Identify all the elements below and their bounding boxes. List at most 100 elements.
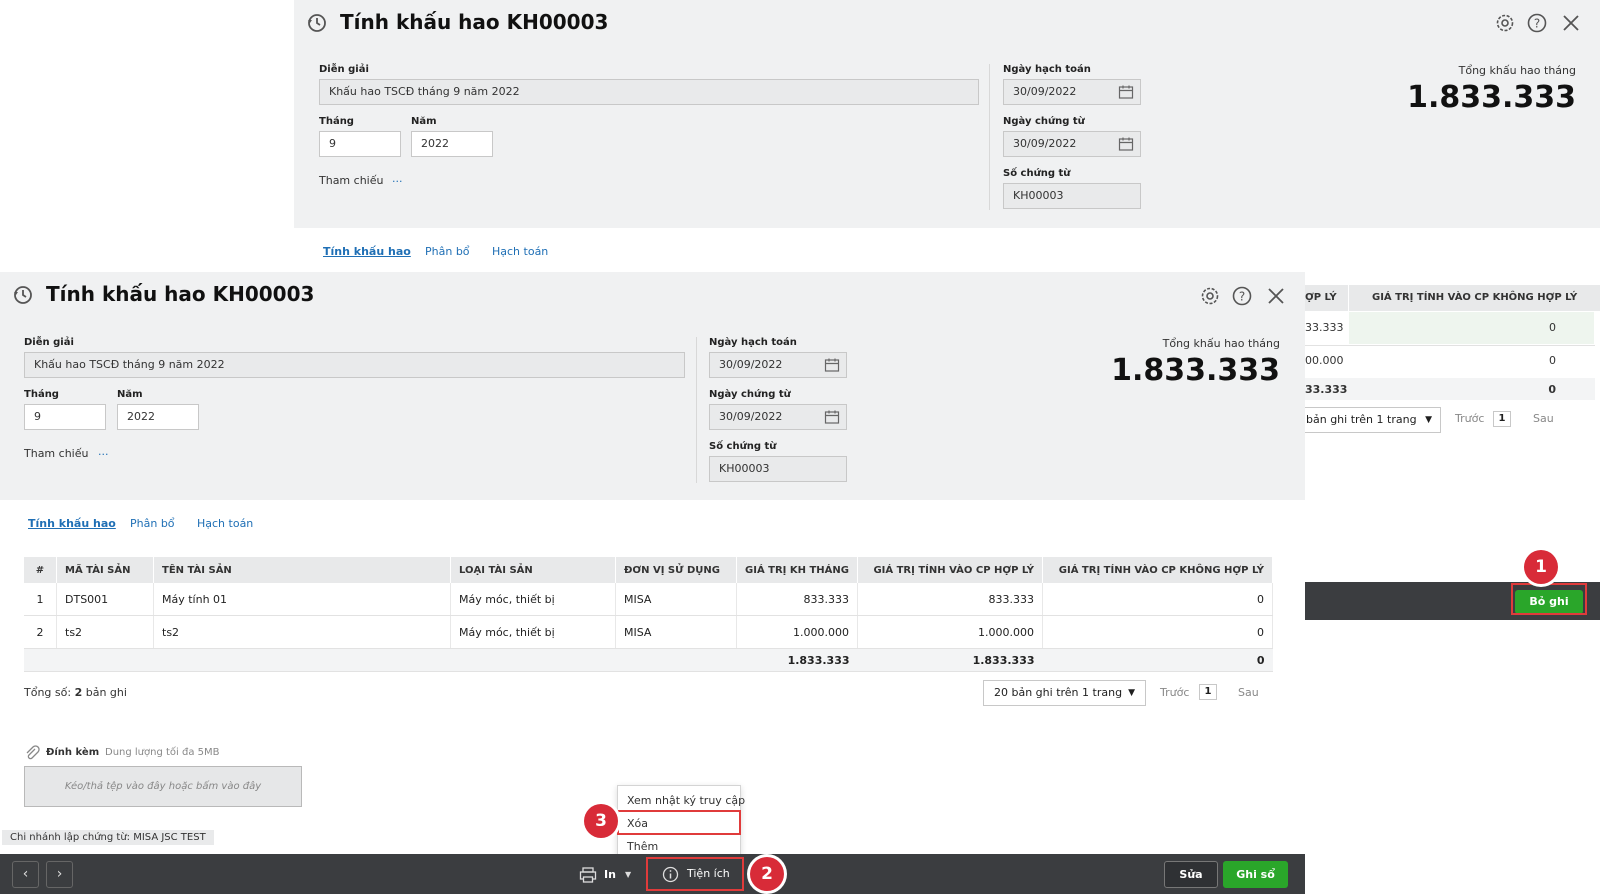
- back-ngay-hach-toan-input[interactable]: 30/09/2022: [1003, 79, 1141, 105]
- post-button[interactable]: Ghi sổ: [1223, 861, 1288, 888]
- table-row[interactable]: 1 DTS001 Máy tính 01 Máy móc, thiết bị M…: [24, 583, 1273, 616]
- next-record-button[interactable]: ›: [46, 861, 73, 888]
- ngay-hach-toan-label: Ngày hạch toán: [709, 337, 797, 348]
- record-count-suffix: bản ghi: [85, 686, 127, 699]
- back-total-cell: 33.333: [1305, 383, 1348, 396]
- chevron-down-icon: ▼: [1128, 688, 1135, 698]
- col-cp-hop-ly: GIÁ TRỊ TÍNH VÀO CP HỢP LÝ: [857, 557, 1043, 583]
- back-thang-label: Tháng: [319, 116, 354, 127]
- col-ma-tai-san: MÃ TÀI SẢN: [56, 557, 154, 583]
- page-number[interactable]: 1: [1199, 684, 1217, 700]
- cell-don-vi: MISA: [615, 583, 737, 616]
- back-so-chung-tu-label: Số chứng từ: [1003, 168, 1071, 179]
- thang-input[interactable]: 9: [24, 404, 106, 430]
- back-tab-phan-bo[interactable]: Phân bổ: [425, 245, 470, 258]
- cell-loai-tai-san: Máy móc, thiết bị: [450, 615, 616, 649]
- back-next-link[interactable]: Sau: [1533, 412, 1554, 425]
- table-row[interactable]: 2 ts2 ts2 Máy móc, thiết bị MISA 1.000.0…: [24, 615, 1273, 649]
- attach-label: Đính kèm: [46, 747, 100, 758]
- ngay-chung-tu-input[interactable]: 30/09/2022: [709, 404, 847, 430]
- back-col-partial: ỢP LÝ: [1305, 292, 1337, 303]
- next-link[interactable]: Sau: [1238, 686, 1259, 699]
- tab-hach-toan[interactable]: Hạch toán: [197, 517, 253, 530]
- dropzone-text: Kéo/thả tệp vào đây hoặc bấm vào đây: [64, 781, 262, 792]
- dien-giai-input[interactable]: Khấu hao TSCĐ tháng 9 năm 2022: [24, 352, 685, 378]
- help-icon[interactable]: ?: [1231, 285, 1253, 307]
- close-icon[interactable]: [1266, 286, 1286, 306]
- tham-chieu-link[interactable]: ...: [98, 445, 109, 458]
- svg-text:?: ?: [1534, 17, 1540, 31]
- calendar-icon[interactable]: [824, 409, 840, 425]
- back-cell: 33.333: [1305, 321, 1344, 334]
- calendar-icon[interactable]: [824, 357, 840, 373]
- cell-cp-hop-ly: 1.000.000: [857, 615, 1043, 649]
- step-badge-3: 3: [584, 804, 618, 838]
- dialog-title: Tính khấu hao KH00003: [46, 282, 315, 306]
- highlight-box-3: [617, 810, 741, 835]
- calendar-icon[interactable]: [1118, 136, 1134, 152]
- total-kh-thang: 1.833.333: [736, 648, 858, 672]
- table-total-row: 1.833.333 1.833.333 0: [24, 648, 1273, 672]
- attach-dropzone[interactable]: Kéo/thả tệp vào đây hoặc bấm vào đây: [24, 766, 302, 807]
- printer-icon[interactable]: [579, 866, 597, 884]
- close-icon[interactable]: [1561, 13, 1581, 33]
- back-nam-input[interactable]: 2022: [411, 131, 493, 157]
- record-count: Tổng số: 2 bản ghi: [24, 686, 127, 699]
- date-value: 30/09/2022: [719, 358, 783, 371]
- back-dialog-title: Tính khấu hao KH00003: [340, 10, 609, 34]
- back-col-full: GIÁ TRỊ TÍNH VÀO CP KHÔNG HỢP LÝ: [1372, 292, 1578, 303]
- ngay-hach-toan-input[interactable]: 30/09/2022: [709, 352, 847, 378]
- cell-index: 1: [24, 583, 57, 616]
- col-loai-tai-san: LOẠI TÀI SẢN: [450, 557, 616, 583]
- table-header-row: # MÃ TÀI SẢN TÊN TÀI SẢN LOẠI TÀI SẢN ĐƠ…: [24, 557, 1273, 583]
- back-tham-chieu-link[interactable]: ...: [392, 172, 403, 185]
- gear-icon[interactable]: [1199, 285, 1221, 307]
- dialog-header: [0, 272, 1305, 500]
- step-badge-2: 2: [750, 857, 784, 891]
- prev-link[interactable]: Trước: [1160, 686, 1189, 699]
- gear-icon[interactable]: [1494, 12, 1516, 34]
- edit-button[interactable]: Sửa: [1164, 861, 1218, 888]
- back-page-number[interactable]: 1: [1493, 411, 1511, 427]
- back-cell: 0: [1549, 354, 1556, 367]
- back-ngay-chung-tu-label: Ngày chứng từ: [1003, 116, 1085, 127]
- back-total-value: 1.833.333: [1407, 80, 1576, 115]
- tab-phan-bo[interactable]: Phân bổ: [130, 517, 175, 530]
- back-dien-giai-input[interactable]: Khấu hao TSCĐ tháng 9 năm 2022: [319, 79, 979, 105]
- highlight-box-1: [1511, 583, 1587, 615]
- back-vertical-divider: [989, 64, 990, 210]
- back-ngay-chung-tu-input[interactable]: 30/09/2022: [1003, 131, 1141, 157]
- nam-input[interactable]: 2022: [117, 404, 199, 430]
- back-tab-hach-toan[interactable]: Hạch toán: [492, 245, 548, 258]
- back-tab-tinh-khau-hao[interactable]: Tính khấu hao: [323, 245, 411, 258]
- cell-ten-tai-san: ts2: [153, 615, 451, 649]
- tab-tinh-khau-hao[interactable]: Tính khấu hao: [28, 517, 116, 530]
- print-label[interactable]: In: [604, 868, 616, 881]
- dien-giai-label: Diễn giải: [24, 337, 74, 348]
- prev-record-button[interactable]: ‹: [12, 861, 39, 888]
- cell-ten-tai-san: Máy tính 01: [153, 583, 451, 616]
- cell-loai-tai-san: Máy móc, thiết bị: [450, 583, 616, 616]
- total-cp-khong-hop-ly: 0: [1042, 648, 1273, 672]
- menu-item-view-log[interactable]: Xem nhật ký truy cập: [618, 794, 745, 807]
- back-so-chung-tu-input[interactable]: KH00003: [1003, 183, 1141, 209]
- so-chung-tu-input[interactable]: KH00003: [709, 456, 847, 482]
- back-thang-input[interactable]: 9: [319, 131, 401, 157]
- col-ten-tai-san: TÊN TÀI SẢN: [153, 557, 451, 583]
- cell-kh-thang: 1.000.000: [736, 615, 858, 649]
- back-prev-link[interactable]: Trước: [1455, 412, 1484, 425]
- attach-hint: Dung lượng tối đa 5MB: [105, 747, 220, 758]
- back-page-size-select[interactable]: bản ghi trên 1 trang ▼: [1296, 407, 1441, 433]
- print-chevron-icon[interactable]: ▼: [625, 870, 631, 879]
- calendar-icon[interactable]: [1118, 84, 1134, 100]
- page-size-select[interactable]: 20 bản ghi trên 1 trang ▼: [983, 680, 1146, 706]
- col-don-vi-su-dung: ĐƠN VỊ SỬ DỤNG: [615, 557, 737, 583]
- back-tham-chieu-label: Tham chiếu: [319, 174, 384, 187]
- back-total-label: Tổng khấu hao tháng: [1458, 64, 1576, 77]
- help-icon[interactable]: ?: [1526, 12, 1548, 34]
- page-size-text: 20 bản ghi trên 1 trang: [994, 686, 1123, 699]
- back-dien-giai-label: Diễn giải: [319, 64, 369, 75]
- so-chung-tu-label: Số chứng từ: [709, 441, 777, 452]
- history-icon: [14, 286, 32, 304]
- menu-item-add[interactable]: Thêm: [618, 840, 658, 853]
